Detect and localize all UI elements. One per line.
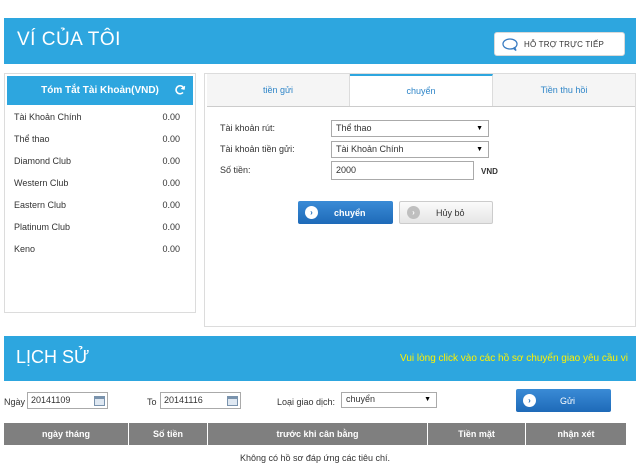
column-header-date: ngày tháng [4, 423, 129, 445]
page-title: VÍ CỦA TÔI [17, 29, 121, 50]
account-balance: 0.00 [162, 244, 180, 254]
account-row: Eastern Club 0.00 [5, 194, 195, 216]
account-name: Keno [14, 244, 36, 254]
account-row: Tài Khoản Chính 0.00 [5, 106, 195, 128]
account-row: Keno 0.00 [5, 238, 195, 260]
arrow-right-icon: › [523, 394, 536, 407]
from-date-label: Ngày [4, 397, 26, 407]
amount-input[interactable]: 2000 [331, 161, 474, 180]
account-balance: 0.00 [162, 178, 180, 188]
from-account-select[interactable]: Thể thao ▼ [331, 120, 489, 137]
currency-label: VND [481, 167, 498, 176]
cancel-button[interactable]: › Hủy bỏ [399, 201, 493, 224]
account-name: Platinum Club [14, 222, 71, 232]
tab-transfer[interactable]: chuyển [350, 74, 493, 106]
account-summary-panel: Tóm Tắt Tài Khoản(VND) Tài Khoản Chính 0.… [4, 73, 196, 313]
account-balance: 0.00 [162, 222, 180, 232]
transaction-type-select[interactable]: chuyển ▼ [341, 392, 437, 408]
to-account-select[interactable]: Tài Khoản Chính ▼ [331, 141, 489, 158]
history-table-header: ngày tháng Số tiền trước khi cân bằng Ti… [4, 423, 626, 445]
account-summary-title: Tóm Tắt Tài Khoản(VND) [41, 85, 159, 96]
from-account-label: Tài khoản rút: [220, 123, 276, 133]
from-account-value: Thể thao [336, 123, 372, 133]
account-balance: 0.00 [162, 200, 180, 210]
tab-deposit[interactable]: tiền gửi [207, 74, 350, 106]
account-summary-header: Tóm Tắt Tài Khoản(VND) [7, 76, 193, 105]
send-button[interactable]: › Gửi [516, 389, 611, 412]
transaction-type-value: chuyển [346, 394, 376, 404]
chevron-down-icon: ▼ [476, 146, 483, 153]
history-bar: LỊCH SỬ Vui lòng click vào các hồ sơ chu… [4, 336, 636, 381]
transfer-panel: tiền gửi chuyển Tiền thu hồi Tài khoản r… [204, 73, 636, 327]
chevron-down-icon: ▼ [476, 125, 483, 132]
account-name: Diamond Club [14, 156, 72, 166]
header-bar: VÍ CỦA TÔI HỖ TRỢ TRỰC TIẾP [4, 18, 636, 64]
account-balance: 0.00 [162, 156, 180, 166]
account-balance: 0.00 [162, 134, 180, 144]
from-date-input[interactable]: 20141109 [27, 392, 108, 409]
history-hint: Vui lòng click vào các hồ sơ chuyển giao… [400, 353, 628, 364]
to-account-value: Tài Khoản Chính [336, 144, 404, 154]
to-account-label: Tài khoản tiền gửi: [220, 144, 295, 154]
to-date-label: To [147, 397, 157, 407]
column-header-cash: Tiền mặt [428, 423, 526, 445]
account-name: Western Club [14, 178, 69, 188]
account-row: Platinum Club 0.00 [5, 216, 195, 238]
transfer-submit-label: chuyển [334, 207, 366, 218]
column-header-remarks: nhận xét [557, 429, 595, 439]
arrow-right-icon: › [407, 206, 420, 219]
live-support-label: HỖ TRỢ TRỰC TIẾP [524, 39, 605, 49]
to-date-value: 20141116 [164, 395, 203, 405]
transfer-submit-button[interactable]: › chuyển [298, 201, 393, 224]
arrow-right-icon: › [305, 206, 318, 219]
account-row: Western Club 0.00 [5, 172, 195, 194]
column-header-balance-before: trước khi cân bằng [208, 423, 428, 445]
history-empty-message: Không có hồ sơ đáp ứng các tiêu chí. [239, 453, 391, 463]
calendar-icon[interactable] [94, 395, 105, 406]
wallet-tabs: tiền gửi chuyển Tiền thu hồi [207, 74, 635, 107]
send-label: Gửi [560, 395, 576, 406]
account-row: Thể thao 0.00 [5, 128, 195, 150]
column-header-amount: Số tiền [129, 423, 208, 445]
account-name: Eastern Club [14, 200, 67, 210]
calendar-icon[interactable] [227, 395, 238, 406]
account-balance: 0.00 [162, 112, 180, 122]
chat-bubble-icon [502, 37, 518, 51]
refresh-icon[interactable] [174, 84, 186, 96]
cancel-label: Hủy bỏ [436, 207, 465, 218]
amount-label: Số tiền: [220, 165, 251, 175]
account-name: Thể thao [14, 134, 50, 144]
to-date-input[interactable]: 20141116 [160, 392, 241, 409]
history-title: LỊCH SỬ [16, 347, 90, 367]
account-list: Tài Khoản Chính 0.00 Thể thao 0.00 Diamond… [5, 106, 195, 260]
transaction-type-label: Loại giao dịch: [277, 397, 336, 407]
chevron-down-icon: ▼ [424, 396, 431, 403]
live-support-button[interactable]: HỖ TRỢ TRỰC TIẾP [494, 32, 625, 56]
account-name: Tài Khoản Chính [14, 112, 82, 122]
account-row: Diamond Club 0.00 [5, 150, 195, 172]
tab-withdraw[interactable]: Tiền thu hồi [493, 74, 635, 106]
from-date-value: 20141109 [31, 395, 71, 405]
